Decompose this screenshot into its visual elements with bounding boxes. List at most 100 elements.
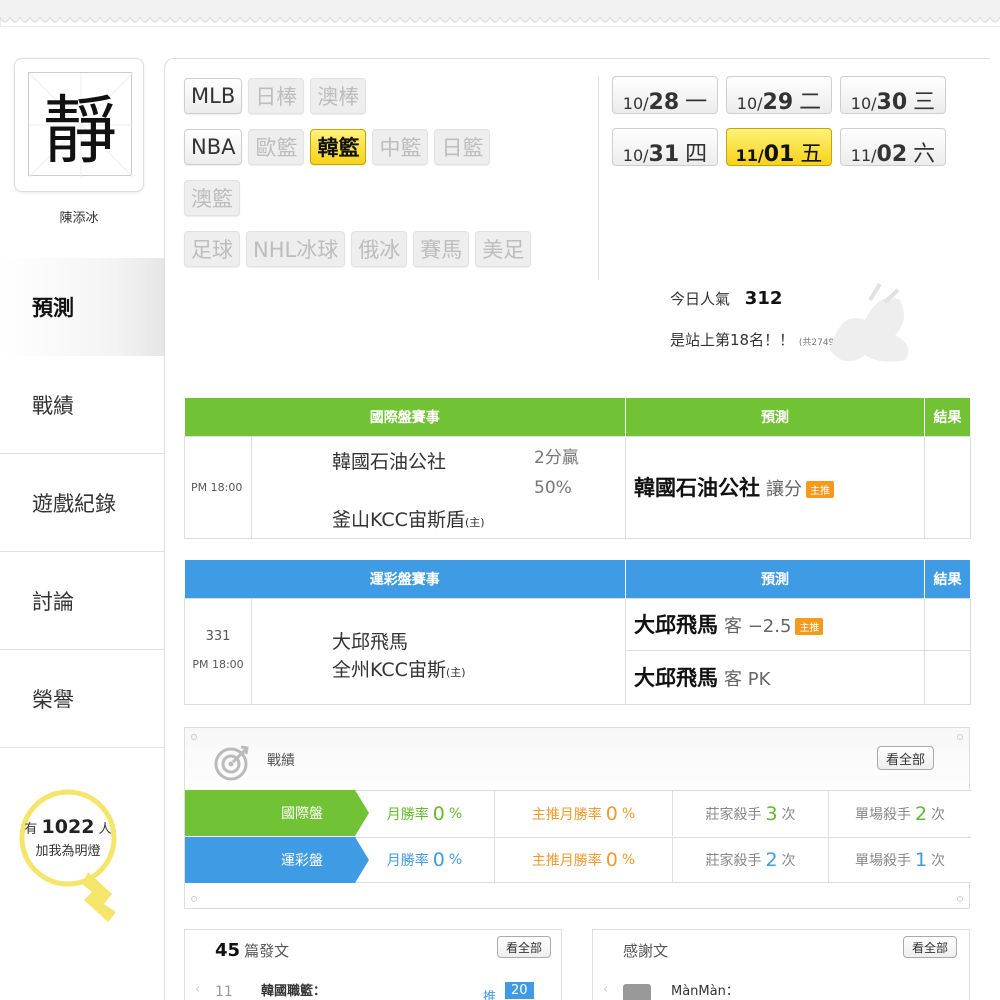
game-time: 331 PM 18:00: [184, 597, 252, 705]
prediction-team: 韓國石油公社: [634, 476, 760, 500]
list-item[interactable]: ‹ MànMàn：: [603, 976, 961, 1000]
league-tab[interactable]: 中籃: [372, 129, 429, 165]
table-header: 國際盤賽事: [184, 398, 626, 436]
sidebar-item-discussion[interactable]: 討論: [0, 552, 164, 650]
league-tab[interactable]: 日棒: [248, 78, 305, 114]
date-tab[interactable]: 10/28 一: [612, 76, 718, 115]
push-label: 推: [483, 990, 497, 1000]
sidebar-item-honor[interactable]: 榮譽: [0, 650, 164, 748]
date-day: 31: [648, 142, 680, 167]
prediction-cell: 韓國石油公社 讓分 主推: [625, 435, 925, 539]
fans-label: 加我為明燈: [35, 844, 101, 859]
unit: %: [621, 852, 636, 868]
date-tab[interactable]: 10/29 二: [726, 76, 832, 115]
table-header: 預測: [625, 560, 925, 598]
table-header: 結果: [924, 560, 971, 598]
month-rate-label: 月勝率: [386, 806, 429, 823]
see-all-button[interactable]: 看全部: [903, 936, 958, 958]
date-day: 02: [876, 142, 908, 167]
see-all-button[interactable]: 看全部: [497, 936, 552, 958]
single-value: 2: [914, 802, 928, 825]
date-weekday: 三: [913, 90, 936, 115]
handicap-odds: 50%: [534, 477, 572, 498]
prediction-cell: 大邱飛馬客 −2.5 主推: [625, 597, 925, 651]
side-nav: 預測 戰績 遊戲紀錄 討論 榮譽: [0, 258, 164, 748]
league-tab[interactable]: 足球: [184, 231, 240, 267]
sidebar-item-predict[interactable]: 預測: [0, 258, 164, 356]
date-day: 28: [648, 90, 680, 115]
league-tab[interactable]: 賽馬: [413, 231, 470, 267]
list-item[interactable]: ‹ 11 韓國職籃： 推 20: [195, 976, 553, 1000]
main-rate-label: 主推月勝率: [531, 853, 602, 869]
league-tab[interactable]: 美足: [475, 231, 532, 267]
league-tab[interactable]: 澳籃: [184, 180, 240, 216]
table-header: 結果: [924, 398, 971, 436]
sidebar-item-game-history[interactable]: 遊戲紀錄: [0, 454, 164, 552]
game-number: 331: [205, 629, 231, 644]
posts-count: 45: [215, 940, 241, 961]
main-pick-rate: 主推月勝率 0%: [495, 837, 673, 883]
unit: %: [621, 805, 636, 822]
team-home[interactable]: 釜山KCC宙斯盾(主): [332, 505, 485, 532]
league-tab[interactable]: NBA: [184, 129, 243, 165]
thanks-heading: 感謝文: [623, 942, 669, 960]
team-home[interactable]: 全州KCC宙斯(主): [332, 655, 466, 682]
league-tab[interactable]: MLB: [184, 78, 243, 114]
sidebar-item-label: 遊戲紀錄: [32, 491, 116, 516]
sidebar-item-record[interactable]: 戰績: [0, 356, 164, 454]
date-tab[interactable]: 10/31 四: [612, 128, 718, 167]
date-weekday: 六: [913, 142, 936, 167]
main-pick-rate: 主推月勝率 0%: [495, 790, 673, 836]
corner-dot: [957, 896, 963, 902]
avatar: 靜: [28, 72, 133, 177]
month-rate-value: 0: [432, 849, 445, 871]
date-month: 10/: [850, 94, 877, 113]
date-weekday: 五: [800, 142, 823, 167]
result-cell: [924, 435, 971, 539]
record-row-lottery: 運彩盤 月勝率 0% 主推月勝率 0% 莊家殺手 2 次 單場殺手 1 次: [185, 837, 971, 883]
lottery-games-table: 運彩盤賽事 預測 結果 331 PM 18:00 大邱飛馬 全州KCC宙斯(主)…: [184, 560, 971, 705]
popularity-label: 今日人氣: [670, 290, 731, 308]
team-away[interactable]: 大邱飛馬: [332, 627, 408, 654]
league-tab[interactable]: 韓籃: [310, 129, 367, 165]
push-count-badge: 20: [505, 982, 534, 999]
corner-dot: [191, 896, 197, 902]
fans-prefix: 有: [24, 822, 38, 837]
fans-count: 1022: [41, 816, 95, 838]
dealer-killer: 莊家殺手 2 次: [673, 837, 829, 883]
date-selector: 10/28 一 10/29 二 10/30 三 10/31 四 11/01 五 11/02 六: [612, 76, 968, 180]
league-tab[interactable]: 澳棒: [310, 78, 367, 114]
record-row-label: 國際盤: [185, 790, 369, 836]
see-all-button[interactable]: 看全部: [877, 746, 935, 770]
dealer-value: 2: [765, 849, 778, 871]
date-day: 29: [762, 90, 794, 115]
unit: 次: [781, 806, 796, 823]
date-day: 30: [876, 90, 908, 115]
date-tab[interactable]: 11/02 六: [840, 128, 946, 167]
table-header: 預測: [625, 398, 925, 436]
user-avatar-icon: [623, 984, 651, 1000]
unit: %: [448, 805, 463, 822]
date-tab[interactable]: 11/01 五: [726, 128, 832, 167]
prediction-type: 客 −2.5: [724, 616, 792, 637]
posts-box: 45 篇發文 看全部 ‹ 11 韓國職籃： 推 20: [184, 929, 562, 1000]
chevron-left-icon: ‹: [195, 982, 201, 997]
main-rate-value: 0: [605, 849, 618, 871]
avatar-card[interactable]: 靜: [14, 58, 144, 192]
game-matchup: 大邱飛馬 全州KCC宙斯(主): [251, 597, 626, 705]
team-away[interactable]: 韓國石油公社: [332, 447, 446, 474]
league-tab[interactable]: 俄冰: [351, 231, 408, 267]
unit: 次: [931, 806, 946, 823]
league-tab[interactable]: 日籃: [434, 129, 491, 165]
avatar-glyph: 靜: [43, 87, 117, 174]
date-tab[interactable]: 10/30 三: [840, 76, 946, 115]
game-time-text: PM 18:00: [192, 658, 244, 671]
month-rate-label: 月勝率: [386, 853, 429, 869]
league-tab[interactable]: NHL冰球: [246, 231, 346, 267]
intl-games-table: 國際盤賽事 預測 結果 PM 18:00 韓國石油公社 釜山KCC宙斯盾(主) …: [184, 398, 971, 539]
league-tab[interactable]: 歐籃: [248, 129, 305, 165]
fans-bulb[interactable]: 有 1022 人 加我為明燈: [12, 788, 124, 928]
user-name[interactable]: 陳添冰: [14, 207, 144, 226]
team-home-name: 釜山KCC宙斯盾: [332, 508, 465, 531]
posts-heading: 45 篇發文: [215, 940, 289, 961]
